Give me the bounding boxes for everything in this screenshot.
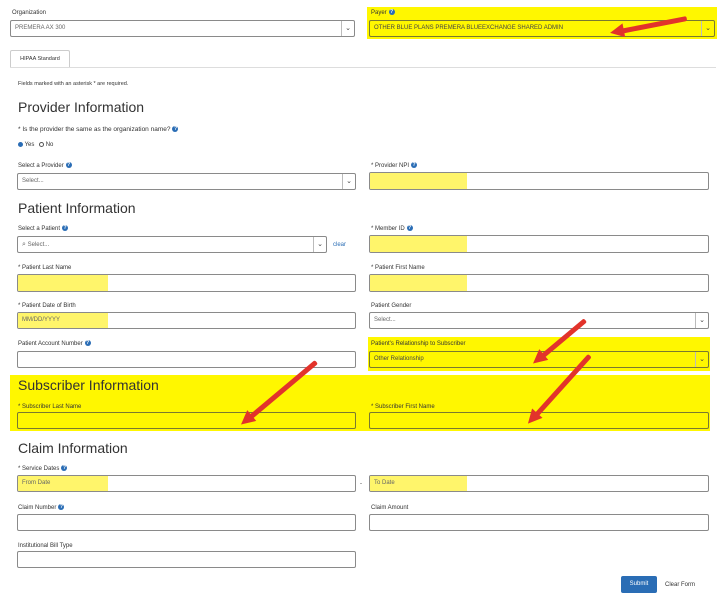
- provider-npi-label: * Provider NPI?: [371, 162, 418, 169]
- help-icon: ?: [411, 162, 418, 169]
- provider-same-radio-group: Yes No: [18, 141, 53, 149]
- bill-type-label: Institutional Bill Type: [18, 543, 73, 549]
- select-patient-placeholder: Select...: [27, 242, 50, 248]
- help-icon: ?: [388, 9, 395, 16]
- tab-hipaa-standard[interactable]: HIPAA Standard: [10, 50, 70, 68]
- patient-first-name-label: * Patient First Name: [371, 265, 425, 271]
- select-patient-label: Select a Patient?: [18, 225, 69, 232]
- patient-dob-label: * Patient Date of Birth: [18, 303, 76, 309]
- payer-label: Payer?: [371, 9, 395, 16]
- relationship-label: Patient's Relationship to Subscriber: [371, 341, 466, 347]
- organization-value: PREMERA AX 300: [15, 25, 66, 31]
- select-provider-label: Select a Provider?: [18, 162, 72, 169]
- claim-section-title: Claim Information: [18, 440, 128, 456]
- help-icon: ?: [172, 126, 179, 133]
- help-icon: ?: [61, 465, 68, 472]
- no-radio[interactable]: [39, 141, 45, 147]
- service-to-date-input[interactable]: To Date: [369, 475, 709, 492]
- organization-select[interactable]: PREMERA AX 300 ⌄: [10, 20, 355, 37]
- patient-section-title: Patient Information: [18, 200, 136, 216]
- patient-account-input[interactable]: [17, 351, 356, 368]
- yes-radio-label: Yes: [24, 142, 35, 148]
- subscriber-last-name-input[interactable]: [17, 412, 356, 429]
- patient-dob-placeholder: MM/DD/YYYY: [22, 317, 61, 323]
- select-provider-dropdown[interactable]: Select... ⌄: [17, 173, 356, 190]
- from-date-placeholder: From Date: [22, 480, 51, 486]
- service-from-date-input[interactable]: From Date: [17, 475, 356, 492]
- chevron-down-icon: ⌄: [701, 21, 714, 36]
- search-icon: ⌕: [22, 241, 26, 248]
- chevron-down-icon: ⌄: [342, 174, 355, 189]
- no-radio-label: No: [45, 142, 54, 148]
- highlight-mark: [18, 275, 108, 291]
- subscriber-last-name-label: * Subscriber Last Name: [18, 404, 82, 410]
- patient-account-label: Patient Account Number?: [18, 340, 91, 347]
- relationship-value: Other Relationship: [374, 356, 424, 362]
- claim-amount-input[interactable]: [369, 514, 709, 531]
- claim-number-label: Claim Number?: [18, 504, 65, 511]
- select-patient-dropdown[interactable]: ⌕ Select... ⌄: [17, 236, 327, 253]
- provider-same-question: * Is the provider the same as the organi…: [18, 126, 179, 133]
- clear-form-button[interactable]: Clear Form: [665, 581, 695, 589]
- chevron-down-icon: ⌄: [341, 21, 354, 36]
- patient-gender-placeholder: Select...: [374, 317, 396, 323]
- claim-number-input[interactable]: [17, 514, 356, 531]
- patient-gender-label: Patient Gender: [371, 303, 412, 309]
- organization-label: Organization: [12, 10, 47, 16]
- tab-divider: [10, 67, 716, 68]
- help-icon: ?: [58, 504, 65, 511]
- chevron-down-icon: ⌄: [313, 237, 326, 252]
- patient-last-name-label: * Patient Last Name: [18, 265, 72, 271]
- payer-value: OTHER BLUE PLANS PREMERA BLUEEXCHANGE SH…: [374, 25, 564, 31]
- help-icon: ?: [62, 225, 69, 232]
- required-note: Fields marked with an asterisk * are req…: [18, 81, 129, 87]
- help-icon: ?: [65, 162, 72, 169]
- submit-button[interactable]: Submit: [621, 576, 657, 593]
- help-icon: ?: [406, 225, 413, 232]
- yes-radio[interactable]: [18, 141, 23, 147]
- highlight-mark: [370, 173, 467, 189]
- to-date-placeholder: To Date: [374, 480, 395, 486]
- help-icon: ?: [84, 340, 91, 347]
- patient-first-name-input[interactable]: [369, 274, 709, 292]
- provider-npi-input[interactable]: [369, 172, 709, 190]
- clear-patient-link[interactable]: clear: [333, 241, 346, 249]
- patient-dob-input[interactable]: MM/DD/YYYY: [17, 312, 356, 329]
- chevron-down-icon: ⌄: [695, 352, 708, 367]
- highlight-mark: [370, 275, 467, 291]
- select-provider-placeholder: Select...: [22, 178, 44, 184]
- patient-last-name-input[interactable]: [17, 274, 356, 292]
- claim-amount-label: Claim Amount: [371, 505, 409, 511]
- highlight-mark: [370, 236, 467, 252]
- member-id-label: * Member ID?: [371, 225, 413, 232]
- date-range-separator: -: [360, 481, 362, 487]
- member-id-input[interactable]: [369, 235, 709, 253]
- bill-type-input[interactable]: [17, 551, 356, 568]
- chevron-down-icon: ⌄: [695, 313, 708, 328]
- subscriber-section-title: Subscriber Information: [18, 377, 159, 393]
- subscriber-first-name-label: * Subscriber First Name: [371, 404, 435, 410]
- service-dates-label: * Service Dates?: [18, 465, 68, 472]
- patient-gender-select[interactable]: Select... ⌄: [369, 312, 709, 329]
- provider-section-title: Provider Information: [18, 99, 145, 115]
